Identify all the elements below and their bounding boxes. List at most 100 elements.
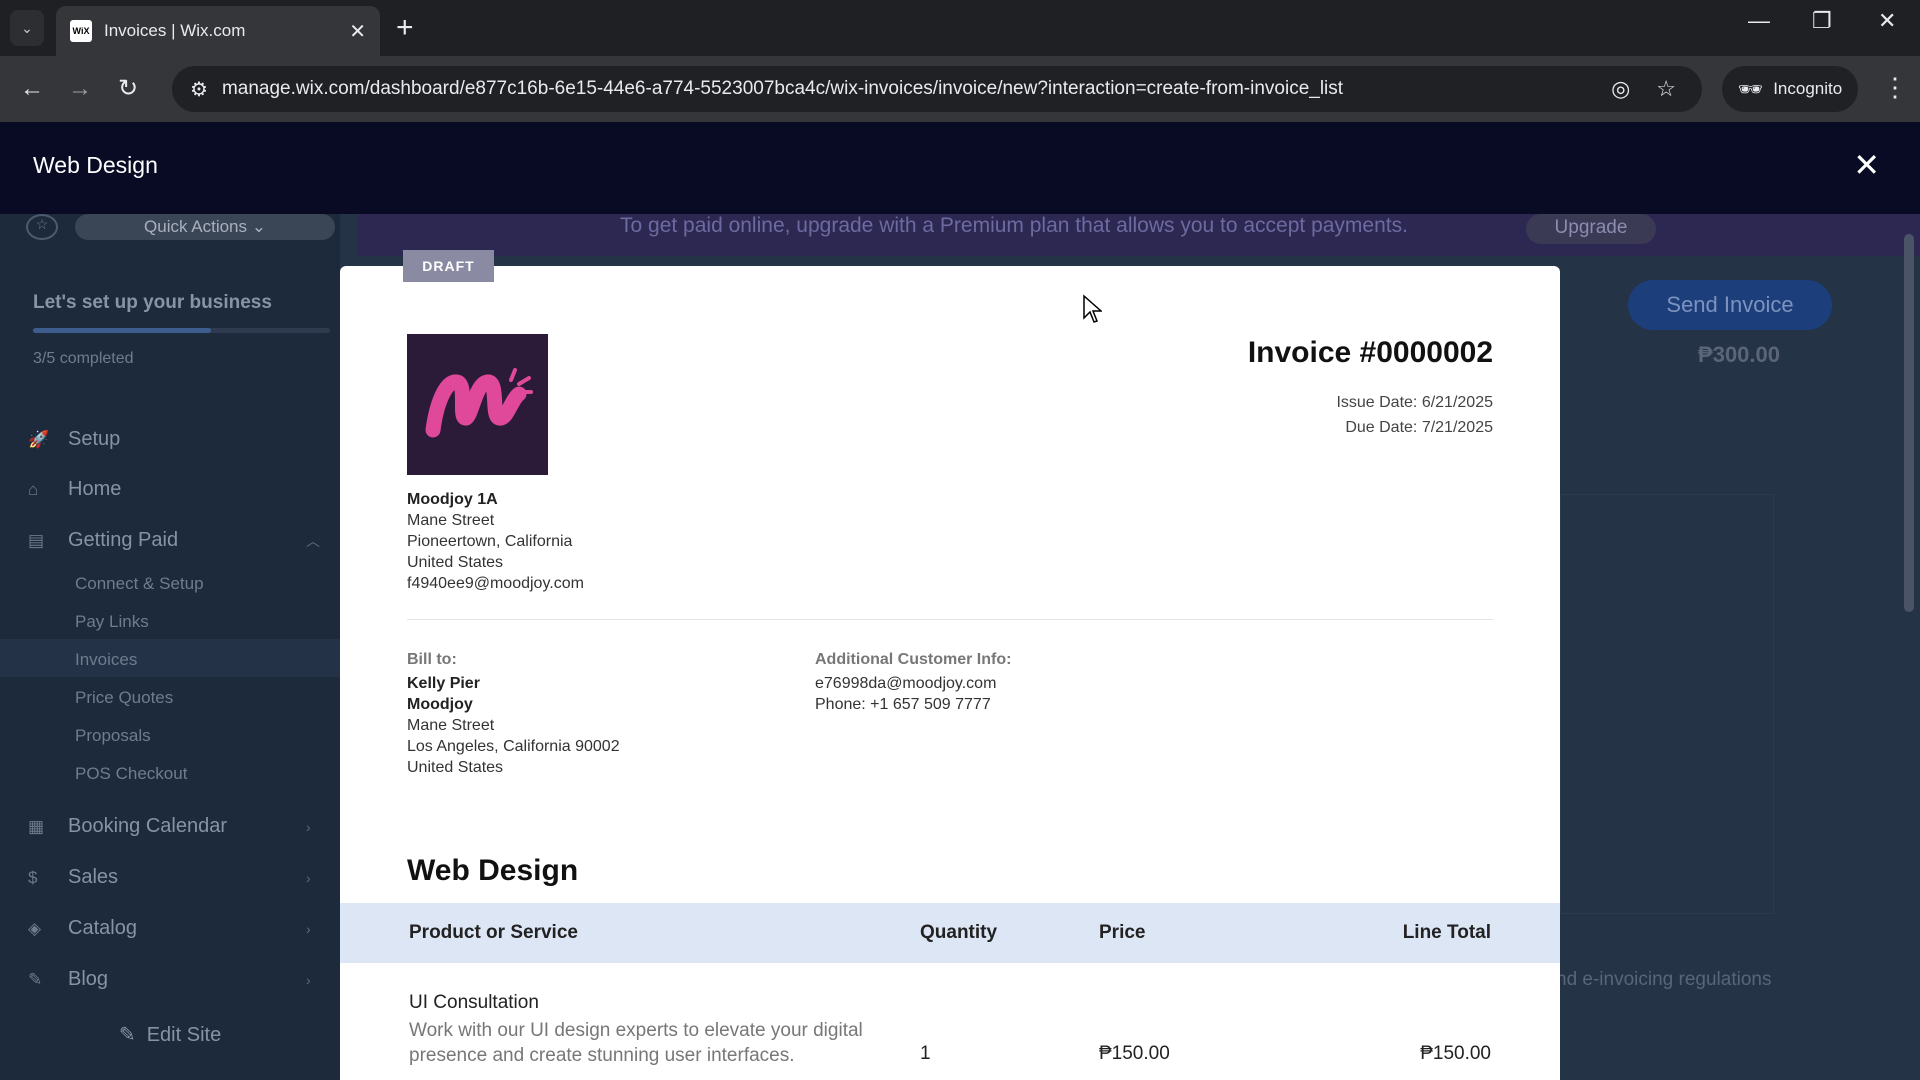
sidebar-item-label: Home <box>68 478 122 500</box>
edit-site-button[interactable]: ✎ Edit Site <box>0 1022 340 1047</box>
modal-title: Web Design <box>33 152 158 178</box>
wix-favicon-icon: WiX <box>70 20 92 42</box>
eye-off-icon[interactable]: ◎ <box>1611 76 1630 102</box>
mouse-cursor-icon <box>1083 294 1102 323</box>
bookmark-star-icon[interactable]: ☆ <box>1656 76 1676 102</box>
chevron-right-icon: › <box>306 920 311 937</box>
dollar-icon: $ <box>28 867 38 887</box>
page-scrollbar[interactable] <box>1904 234 1914 612</box>
sidebar-item-getting-paid[interactable]: ▤ Getting Paid ︿ <box>28 529 320 552</box>
sidebar-subitem-proposals[interactable]: Proposals <box>75 726 151 746</box>
invoice-preview: Moodjoy 1A Mane Street Pioneertown, Cali… <box>340 266 1560 1080</box>
invoice-number: Invoice #0000002 <box>1247 336 1493 369</box>
column-header-product: Product or Service <box>409 922 578 943</box>
sidebar-subitem-invoices[interactable]: Invoices <box>75 650 137 670</box>
additional-customer-info: Additional Customer Info: e76998da@moodj… <box>815 649 1011 715</box>
restore-icon[interactable]: ❐ <box>1812 8 1832 34</box>
edit-site-label: Edit Site <box>146 1024 222 1046</box>
bill-to-label: Bill to: <box>407 651 457 668</box>
browser-menu-icon[interactable]: ⋮ <box>1882 72 1908 103</box>
incognito-badge[interactable]: 🕶 Incognito <box>1722 66 1858 112</box>
customer-company: Moodjoy <box>407 696 473 713</box>
additional-info-label: Additional Customer Info: <box>815 651 1012 668</box>
upgrade-banner: To get paid online, upgrade with a Premi… <box>358 214 1920 256</box>
setup-progress-bar <box>33 328 330 333</box>
sidebar-item-setup[interactable]: 🚀 Setup <box>28 428 120 451</box>
moodjoy-logo-icon <box>425 367 533 437</box>
pencil-icon: ✎ <box>118 1024 136 1046</box>
settings-panel <box>1560 494 1774 914</box>
browser-tab[interactable]: WiX Invoices | Wix.com ✕ <box>56 6 380 56</box>
setup-completed-count: 3/5 completed <box>33 350 134 367</box>
sidebar: ☆ Quick Actions ⌄ Let's set up your busi… <box>0 214 340 1080</box>
incognito-label: Incognito <box>1773 79 1843 98</box>
sidebar-item-catalog[interactable]: ◈ Catalog › <box>28 917 311 940</box>
chevron-up-icon: ︿ <box>306 532 320 549</box>
sidebar-item-blog[interactable]: ✎ Blog › <box>28 968 311 991</box>
sidebar-subitem-connect-setup[interactable]: Connect & Setup <box>75 574 204 594</box>
sidebar-active-highlight <box>0 639 340 677</box>
due-date: Due Date: 7/21/2025 <box>1345 419 1493 436</box>
back-icon[interactable]: ← <box>20 74 44 104</box>
sidebar-item-home[interactable]: ⌂ Home <box>28 478 121 501</box>
quick-actions-label: Quick Actions <box>144 217 248 236</box>
browser-toolbar: ← → ↻ ⚙ manage.wix.com/dashboard/e877c16… <box>0 56 1920 122</box>
upgrade-banner-text: To get paid online, upgrade with a Premi… <box>620 214 1408 237</box>
tab-search-button[interactable]: ⌄ <box>10 10 44 46</box>
sidebar-subitem-price-quotes[interactable]: Price Quotes <box>75 688 173 708</box>
line-item-name: UI Consultation <box>409 992 539 1013</box>
upgrade-button[interactable]: Upgrade <box>1526 214 1656 244</box>
reload-icon[interactable]: ↻ <box>118 74 138 104</box>
business-name: Moodjoy 1A <box>407 491 498 508</box>
customer-email: e76998da@moodjoy.com <box>815 675 997 692</box>
divider <box>407 619 1493 620</box>
sidebar-item-label: Booking Calendar <box>68 815 227 837</box>
invoice-total-amount: ₱300.00 <box>1698 342 1780 367</box>
customer-phone: Phone: +1 657 509 7777 <box>815 696 991 713</box>
sidebar-item-booking-calendar[interactable]: ▦ Booking Calendar › <box>28 815 311 838</box>
quick-actions-button[interactable]: Quick Actions ⌄ <box>75 214 335 240</box>
address-bar[interactable]: ⚙ manage.wix.com/dashboard/e877c16b-6e15… <box>172 66 1702 112</box>
business-street: Mane Street <box>407 512 495 529</box>
line-item-description: Work with our UI design experts to eleva… <box>409 1020 863 1066</box>
tab-close-icon[interactable]: ✕ <box>349 19 366 44</box>
line-item-quantity: 1 <box>920 1043 931 1064</box>
tab-title: Invoices | Wix.com <box>104 21 246 40</box>
customer-city: Los Angeles, California 90002 <box>407 738 620 755</box>
customer-country: United States <box>407 759 504 776</box>
star-icon[interactable]: ☆ <box>26 214 58 240</box>
business-city: Pioneertown, California <box>407 533 573 550</box>
sidebar-item-label: Getting Paid <box>68 529 179 551</box>
modal-close-icon[interactable]: ✕ <box>1853 146 1880 184</box>
line-item-price: ₱150.00 <box>1099 1043 1170 1064</box>
new-tab-icon[interactable]: + <box>396 10 414 46</box>
column-header-line-total: Line Total <box>1402 922 1491 943</box>
business-address: Moodjoy 1A Mane Street Pioneertown, Cali… <box>407 489 584 594</box>
pen-icon: ✎ <box>28 969 43 989</box>
chevron-right-icon: › <box>306 869 311 886</box>
minimize-icon[interactable]: — <box>1748 8 1770 34</box>
rocket-icon: 🚀 <box>28 429 50 449</box>
site-settings-icon[interactable]: ⚙ <box>190 77 208 102</box>
draft-status-badge: DRAFT <box>403 250 494 282</box>
line-item-total: ₱150.00 <box>1420 1043 1491 1064</box>
setup-progress-fill <box>33 328 212 333</box>
column-header-price: Price <box>1099 922 1146 943</box>
url-text[interactable]: manage.wix.com/dashboard/e877c16b-6e15-4… <box>222 78 1611 100</box>
sidebar-item-sales[interactable]: $ Sales › <box>28 866 311 889</box>
project-title: Web Design <box>407 854 579 887</box>
sidebar-item-label: Catalog <box>68 917 137 939</box>
home-icon: ⌂ <box>28 479 39 499</box>
sidebar-subitem-pay-links[interactable]: Pay Links <box>75 612 149 632</box>
business-country: United States <box>407 554 504 571</box>
send-invoice-button[interactable]: Send Invoice <box>1628 280 1832 330</box>
forward-icon[interactable]: → <box>68 74 92 104</box>
setup-title[interactable]: Let's set up your business <box>33 292 272 314</box>
tag-icon: ◈ <box>28 918 42 938</box>
sidebar-subitem-pos-checkout[interactable]: POS Checkout <box>75 764 187 784</box>
calendar-icon: ▦ <box>28 816 45 836</box>
column-header-quantity: Quantity <box>920 922 998 943</box>
line-items-header: Product or Service Quantity Price Line T… <box>340 903 1560 963</box>
window-close-icon[interactable]: ✕ <box>1878 8 1896 34</box>
chevron-right-icon: › <box>306 818 311 835</box>
